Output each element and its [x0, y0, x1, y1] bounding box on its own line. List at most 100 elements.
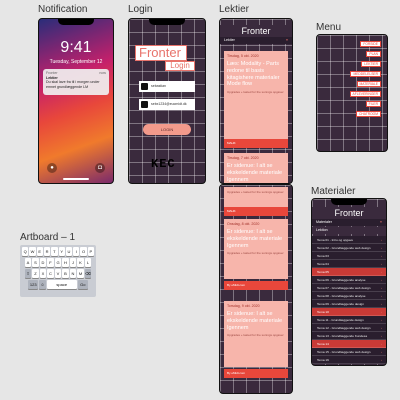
- key-d[interactable]: D: [39, 258, 47, 267]
- materialer-row-label: Tema 14: [317, 342, 329, 346]
- key-o[interactable]: O: [80, 247, 87, 256]
- key-g[interactable]: G: [54, 258, 62, 267]
- homework-card[interactable]: Tirsdag, 5 okt. 2020 Læs: Modality - Par…: [224, 51, 288, 139]
- homework-card[interactable]: Tirsdag, 7 okt. 2020 Er sidenue: I alt s…: [224, 153, 288, 183]
- materialer-row[interactable]: Tema 10 ›: [312, 308, 386, 316]
- materialer-row[interactable]: Tema 11 - Grundlæggende design ›: [312, 316, 386, 324]
- menu-item-lektier[interactable]: LEKTIER: [361, 61, 381, 67]
- notification-when: now: [99, 71, 106, 75]
- materialer-row[interactable]: Tema 09 - Grundlæggende design ›: [312, 300, 386, 308]
- materialer-row-label: Tema 08 - Grundlæggende analyse: [317, 294, 366, 298]
- notification-card[interactable]: Fronter now Lektier Du skal lave fra til…: [43, 69, 109, 95]
- materialer-row[interactable]: Tema 06 - Grundlæggende analyse ›: [312, 276, 386, 284]
- menu-icon[interactable]: ≡: [380, 219, 382, 226]
- materialer-row[interactable]: Tema 16 ›: [312, 356, 386, 364]
- lektier-subheader: Lektier ≡: [220, 37, 292, 44]
- key-p[interactable]: P: [87, 247, 94, 256]
- menu-item-chatroom[interactable]: CHATROOM: [356, 111, 381, 117]
- key-m[interactable]: M: [77, 269, 84, 278]
- menu-item-afleveringer[interactable]: AFLEVERINGER: [349, 91, 381, 97]
- camera-icon[interactable]: ◘: [95, 163, 105, 173]
- materialer-row[interactable]: Tema 04 ›: [312, 260, 386, 268]
- chevron-right-icon: ›: [380, 286, 382, 290]
- homework-card[interactable]: Onsdag, 8 okt. 2020 Er sidenue: I alt se…: [224, 219, 288, 279]
- key-n[interactable]: N: [69, 269, 77, 278]
- chevron-right-icon: ›: [380, 310, 382, 314]
- chevron-right-icon: ›: [380, 254, 382, 258]
- login-button[interactable]: LOGIN: [143, 124, 191, 135]
- key-z[interactable]: Z: [32, 269, 39, 278]
- key-f[interactable]: F: [47, 258, 54, 267]
- key-v[interactable]: V: [54, 269, 62, 278]
- homework-card[interactable]: Upgrades + lasted for the sonings opgave…: [224, 187, 288, 207]
- key-space[interactable]: space: [46, 280, 77, 289]
- backspace-icon[interactable]: ⌫: [84, 269, 92, 278]
- homework-card[interactable]: Torsdag, 9 okt. 2020 Er sidenue: I alt s…: [224, 301, 288, 367]
- materialer-row[interactable]: Tema 13 - Grundlæggende Kundesa ›: [312, 332, 386, 340]
- menu-item-forside[interactable]: FORSIDE: [360, 41, 381, 47]
- key-i[interactable]: I: [73, 247, 80, 256]
- key-h[interactable]: H: [62, 258, 69, 267]
- keyboard[interactable]: QWERTYUIOP ASDFGHJKL ⇧ Z X C V B N M ⌫ 123 ☺ spa…: [20, 245, 96, 297]
- key-r[interactable]: R: [43, 247, 51, 256]
- user-icon: [141, 83, 148, 90]
- materialer-row[interactable]: Tema 14 ›: [312, 340, 386, 348]
- key-numbers[interactable]: 123: [28, 280, 39, 289]
- key-e[interactable]: E: [36, 247, 43, 256]
- materialer-row[interactable]: Tema 12 - Grundlæggende web design ›: [312, 324, 386, 332]
- username-field[interactable]: sebastian: [139, 81, 195, 92]
- card-date: Onsdag, 8 okt. 2020: [227, 222, 260, 226]
- chevron-right-icon: ›: [380, 238, 382, 242]
- lektier-artboard-continued[interactable]: Upgrades + lasted for the sonings opgave…: [219, 184, 293, 394]
- menu-item-plan[interactable]: PLAN: [366, 51, 381, 57]
- materialer-row[interactable]: Tema 07 - Grundlæggende web design ›: [312, 284, 386, 292]
- homework-strip[interactable]: By eMidt.com: [224, 369, 288, 378]
- materialer-row[interactable]: Tema 01 - Intro og opgave ›: [312, 236, 386, 244]
- homework-strip[interactable]: MAHK: [224, 139, 288, 148]
- menu-item-filer[interactable]: FILER: [365, 101, 381, 107]
- shift-icon[interactable]: ⇧: [24, 269, 32, 278]
- materialer-row[interactable]: Tema 15 - Grundlæggende web design ›: [312, 348, 386, 356]
- materialer-artboard[interactable]: Fronter Materialer ≡ Lektion Tema 01 - I…: [311, 198, 387, 366]
- menu-artboard[interactable]: FORSIDE PLAN LEKTIER MEDDELELSER MATERIA…: [316, 34, 388, 152]
- key-t[interactable]: T: [51, 247, 58, 256]
- key-s[interactable]: S: [32, 258, 39, 267]
- email-field[interactable]: sebx1234@eucmidt.dk: [139, 99, 195, 110]
- lock-time: 9:41: [60, 39, 92, 56]
- lektier-artboard[interactable]: Fronter Lektier ≡ Tirsdag, 5 okt. 2020 L…: [219, 18, 293, 184]
- materialer-row[interactable]: Tema 02 - Grundlæggende web design ›: [312, 244, 386, 252]
- materialer-row[interactable]: Tema 03 ›: [312, 252, 386, 260]
- key-q[interactable]: Q: [22, 247, 29, 256]
- key-k[interactable]: K: [77, 258, 84, 267]
- menu-item-meddelelser[interactable]: MEDDELELSER: [350, 71, 381, 77]
- home-indicator[interactable]: [63, 178, 89, 180]
- lektier-header: Fronter: [220, 25, 292, 37]
- login-logo-sub: Login: [165, 61, 195, 71]
- key-c[interactable]: C: [47, 269, 54, 278]
- phone-notch: [331, 199, 367, 205]
- key-u[interactable]: U: [65, 247, 73, 256]
- key-b[interactable]: B: [62, 269, 69, 278]
- key-l[interactable]: L: [84, 258, 92, 267]
- materialer-row-label: Tema 13 - Grundlæggende Kundesa: [317, 334, 368, 338]
- card-date: Torsdag, 9 okt. 2020: [227, 304, 260, 308]
- emoji-icon[interactable]: ☺: [39, 280, 46, 289]
- homework-strip[interactable]: By eMidt.com: [224, 281, 288, 290]
- key-y[interactable]: Y: [58, 247, 65, 256]
- key-w[interactable]: W: [29, 247, 36, 256]
- notification-artboard[interactable]: 9:41 Tuesday, September 12 Fronter now L…: [38, 18, 114, 184]
- key-x[interactable]: X: [39, 269, 47, 278]
- flashlight-icon[interactable]: ●: [47, 163, 57, 173]
- materialer-row[interactable]: Tema 05 ›: [312, 268, 386, 276]
- menu-icon[interactable]: ≡: [286, 37, 288, 44]
- key-go[interactable]: Go: [77, 280, 88, 289]
- keyboard-row-1: QWERTYUIOP: [22, 247, 94, 256]
- login-artboard[interactable]: Fronter Login sebastian sebx1234@eucmidt…: [128, 18, 206, 184]
- card-sub: Upgrades + lasted for the sonings opgave…: [227, 251, 284, 256]
- key-a[interactable]: A: [24, 258, 32, 267]
- materialer-subheader: Materialer ≡: [312, 219, 386, 226]
- menu-item-materiale[interactable]: MATERIALE: [356, 81, 381, 87]
- key-j[interactable]: J: [69, 258, 77, 267]
- homework-strip[interactable]: MAHK: [224, 207, 288, 216]
- materialer-row[interactable]: Tema 08 - Grundlæggende analyse ›: [312, 292, 386, 300]
